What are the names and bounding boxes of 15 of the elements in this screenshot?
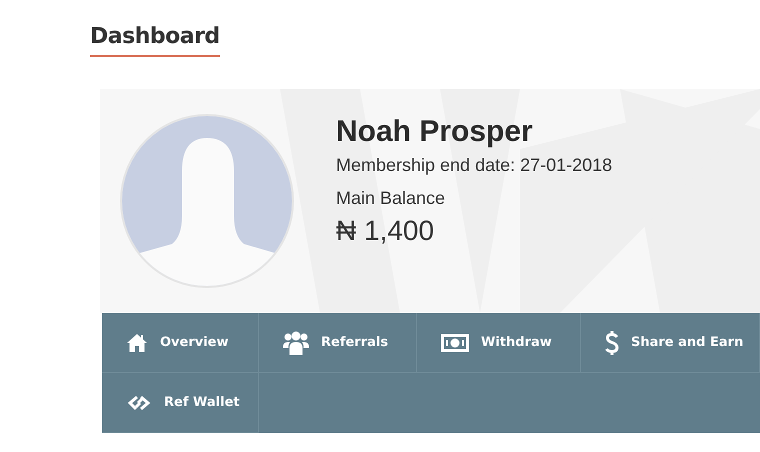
user-name: Noah Prosper (336, 115, 534, 149)
membership-date: Membership end date: 27-01-2018 (336, 155, 612, 176)
balance-amount: ₦ 1,400 (336, 215, 436, 247)
nav-item[interactable]: Withdraw (417, 313, 581, 373)
nav-item[interactable]: Referrals (259, 313, 417, 373)
page-title: Dashboard (90, 24, 220, 57)
nav-item[interactable]: Overview (102, 313, 259, 373)
link-icon (126, 394, 152, 412)
nav-item[interactable]: Ref Wallet (102, 373, 259, 433)
home-icon (126, 332, 148, 352)
dollar-icon (605, 330, 619, 356)
users-icon (283, 330, 309, 354)
banknote-icon (441, 334, 469, 352)
balance-label: Main Balance (336, 188, 446, 209)
nav-item[interactable]: Share and Earn (581, 313, 760, 373)
